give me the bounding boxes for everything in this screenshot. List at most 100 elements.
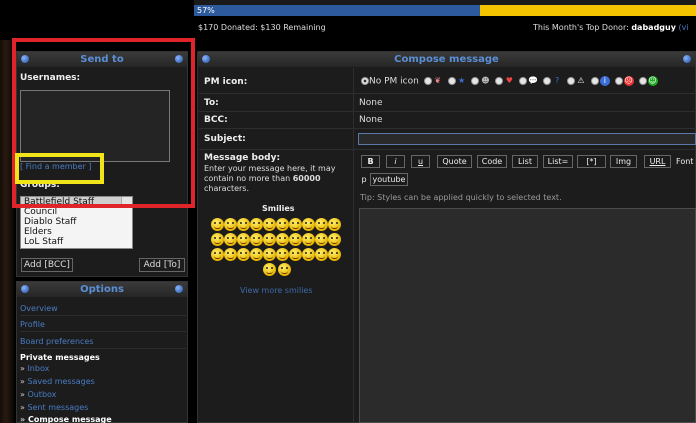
private-messages-heading: Private messages xyxy=(20,353,100,362)
subject-input[interactable] xyxy=(358,133,696,145)
smiley-icon[interactable] xyxy=(302,218,315,231)
donation-percent: 57% xyxy=(197,6,215,15)
view-more-smilies-link[interactable]: View more smilies xyxy=(240,286,313,295)
smiley-icon[interactable] xyxy=(289,248,302,261)
pm-icon-radio[interactable] xyxy=(590,77,599,85)
speech-icon: 💬 xyxy=(528,76,539,85)
top-donor-prefix: This Month's Top Donor: xyxy=(533,23,629,32)
smiley-icon[interactable] xyxy=(328,233,341,246)
pm-icon-radio[interactable] xyxy=(519,77,528,85)
smiley-icon[interactable] xyxy=(276,218,289,231)
img-button[interactable]: Img xyxy=(610,155,637,168)
angry-face-icon: ☹ xyxy=(623,76,634,86)
smiley-icon[interactable] xyxy=(278,263,291,276)
p-button[interactable]: p xyxy=(359,174,369,187)
group-option[interactable]: LoL Staff xyxy=(21,237,132,247)
bold-button[interactable]: B xyxy=(361,155,380,168)
smiley-icon[interactable] xyxy=(315,233,328,246)
top-donor-name[interactable]: dabadguy xyxy=(631,23,676,32)
bcc-value: None xyxy=(359,115,383,125)
bcc-label: BCC: xyxy=(204,115,228,125)
italic-button[interactable]: i xyxy=(386,155,405,168)
group-option[interactable]: Diablo Staff xyxy=(21,217,132,227)
smiley-icon[interactable] xyxy=(263,233,276,246)
message-body-description: Enter your message here, it may contain … xyxy=(204,164,336,193)
smiley-icon[interactable] xyxy=(302,233,315,246)
smiley-icon[interactable] xyxy=(237,248,250,261)
code-button[interactable]: Code xyxy=(477,155,507,168)
quote-button[interactable]: Quote xyxy=(437,155,472,168)
smiley-icon[interactable] xyxy=(250,218,263,231)
options-link-board-preferences[interactable]: Board preferences xyxy=(20,335,186,349)
info-icon: i xyxy=(599,76,610,86)
tip-text: Tip: Styles can be applied quickly to se… xyxy=(360,193,562,202)
smiley-icon[interactable] xyxy=(328,248,341,261)
options-link-overview[interactable]: Overview xyxy=(20,302,186,316)
message-textarea[interactable] xyxy=(359,208,696,423)
heart-icon: ❦ xyxy=(434,76,442,85)
row-divider xyxy=(199,149,696,150)
smiley-icon[interactable] xyxy=(263,248,276,261)
star-icon: ★ xyxy=(457,76,466,85)
pm-icon-radio[interactable] xyxy=(495,77,504,85)
pm-link-saved-messages[interactable]: » Saved messages xyxy=(20,377,95,386)
pm-icon-label: PM icon: xyxy=(204,77,248,87)
pm-icon-radio[interactable] xyxy=(471,77,480,85)
pm-link-compose-message[interactable]: » Compose message xyxy=(20,415,112,423)
url-button[interactable]: URL xyxy=(644,155,671,168)
pm-icon-radio[interactable] xyxy=(566,77,575,85)
smiley-icon[interactable] xyxy=(315,218,328,231)
smiley-icon[interactable] xyxy=(263,218,276,231)
smiley-icon[interactable] xyxy=(250,248,263,261)
smiley-icon[interactable] xyxy=(276,233,289,246)
bullet-icon xyxy=(175,285,183,293)
pm-link-inbox[interactable]: » Inbox xyxy=(20,364,49,373)
smiley-icon[interactable] xyxy=(250,233,263,246)
smiley-icon[interactable] xyxy=(276,248,289,261)
donation-progress-bar: 57% xyxy=(194,5,480,16)
pm-icon-radio[interactable] xyxy=(614,77,623,85)
subject-label: Subject: xyxy=(204,134,246,144)
smiley-icon[interactable] xyxy=(224,218,237,231)
add-to-button[interactable]: Add [To] xyxy=(139,258,185,272)
options-link-profile[interactable]: Profile xyxy=(20,318,186,332)
options-header: Options xyxy=(17,282,187,297)
smiley-icon[interactable] xyxy=(237,218,250,231)
list-button[interactable]: List xyxy=(512,155,538,168)
no-pm-icon-radio[interactable] xyxy=(361,77,369,85)
pm-icon-options: No PM icon ❦ ★ ☻ ♥ 💬 ? ⚠ i ☹ ☺ xyxy=(359,76,696,88)
heart-icon: ♥ xyxy=(505,76,513,85)
smiley-icon[interactable] xyxy=(211,218,224,231)
top-donor-view-link[interactable]: (vi xyxy=(679,23,689,32)
group-option[interactable]: Elders xyxy=(21,227,132,237)
donation-progress-remaining xyxy=(480,5,696,16)
pm-icon-radio[interactable] xyxy=(543,77,552,85)
pm-icon-radio[interactable] xyxy=(447,77,456,85)
smiley-icon[interactable] xyxy=(224,248,237,261)
list-item-button[interactable]: [*] xyxy=(577,155,606,168)
row-divider xyxy=(199,93,696,94)
smiley-icon[interactable] xyxy=(224,233,237,246)
smiley-icon[interactable] xyxy=(289,218,302,231)
group-option[interactable]: Council xyxy=(21,207,132,217)
pm-icon-radio[interactable] xyxy=(638,77,647,85)
smiley-icon[interactable] xyxy=(328,218,341,231)
underline-button[interactable]: u xyxy=(411,155,430,168)
pm-link-outbox[interactable]: » Outbox xyxy=(20,390,56,399)
smiley-icon[interactable] xyxy=(289,233,302,246)
smiley-icon[interactable] xyxy=(263,263,276,276)
top-donor-text: This Month's Top Donor: dabadguy (vi xyxy=(533,23,689,32)
pm-link-sent-messages[interactable]: » Sent messages xyxy=(20,403,88,412)
smiley-icon[interactable] xyxy=(237,233,250,246)
pm-icon-radio[interactable] xyxy=(423,77,432,85)
youtube-button[interactable]: youtube xyxy=(370,173,408,186)
add-bcc-button[interactable]: Add [BCC] xyxy=(21,258,73,272)
smiley-icon[interactable] xyxy=(211,248,224,261)
row-divider xyxy=(199,111,696,112)
smiley-icon[interactable] xyxy=(315,248,328,261)
bullet-icon xyxy=(202,55,210,63)
row-divider xyxy=(199,128,696,129)
list-equals-button[interactable]: List= xyxy=(543,155,573,168)
smiley-icon[interactable] xyxy=(211,233,224,246)
smiley-icon[interactable] xyxy=(302,248,315,261)
